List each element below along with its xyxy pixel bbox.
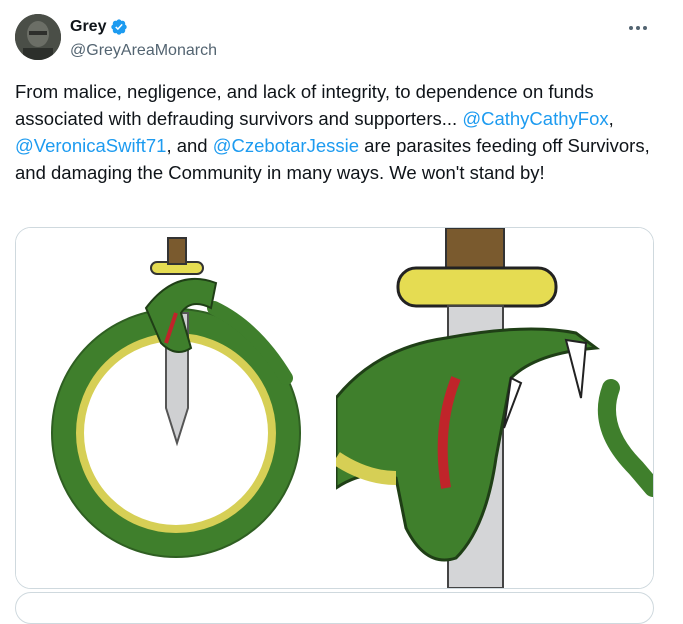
author-handle[interactable]: @GreyAreaMonarch [70, 42, 217, 60]
mention-link[interactable]: @VeronicaSwift71 [15, 135, 166, 156]
mention-link[interactable]: @CathyCathyFox [462, 108, 608, 129]
snake-dagger-illustration [16, 228, 334, 588]
more-options-icon[interactable] [623, 16, 653, 40]
verified-badge-icon [111, 19, 128, 35]
dot-icon [643, 26, 647, 30]
snake-dagger-closeup [336, 228, 653, 588]
ouroboros-dagger-image[interactable] [16, 228, 336, 588]
mention-link[interactable]: @CzebotarJessie [213, 135, 359, 156]
author-name-row: Grey [70, 18, 128, 36]
tweet-media [15, 227, 654, 589]
next-post-card-edge [15, 592, 654, 624]
avatar-photo [15, 14, 61, 60]
tweet-text-sep: , [608, 108, 614, 129]
avatar[interactable] [15, 14, 61, 60]
tweet-text: From malice, negligence, and lack of int… [15, 78, 655, 186]
dot-icon [629, 26, 633, 30]
author-display-name[interactable]: Grey [70, 18, 106, 36]
tweet-text-sep: , and [166, 135, 213, 156]
snake-dagger-closeup-image[interactable] [336, 228, 653, 588]
dot-icon [636, 26, 640, 30]
